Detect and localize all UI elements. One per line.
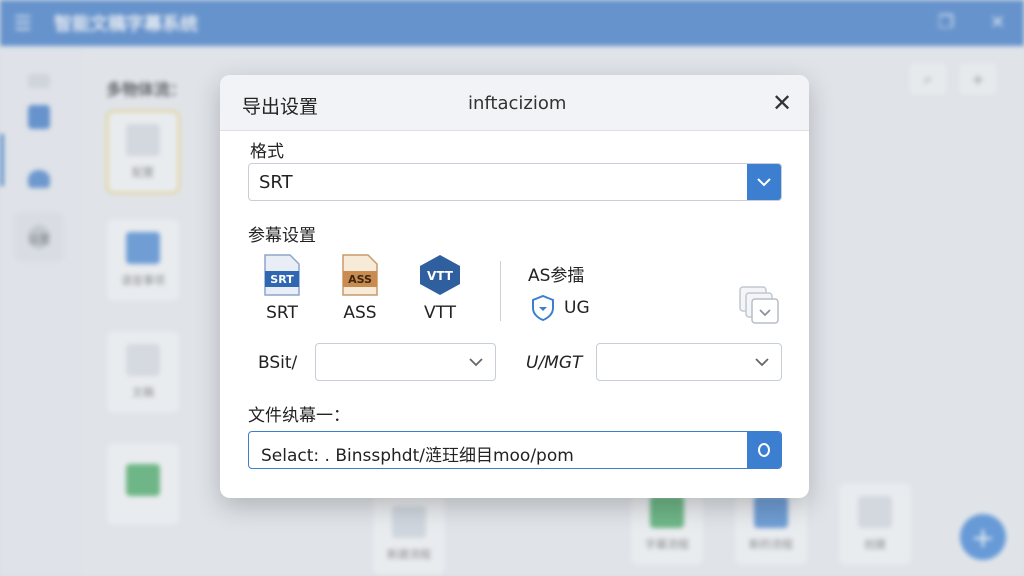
chevron-down-icon [755,358,769,367]
bsit-select[interactable] [315,343,496,381]
dialog-title: 导出设置 [242,96,319,118]
close-icon[interactable]: ✕ [768,89,796,117]
ass-file-icon: ASS [341,253,379,297]
umgt-select[interactable] [596,343,782,381]
umgt-label: U/MGT [526,353,583,373]
vtt-file-icon: VTT [420,253,460,297]
as-params-label: AS参擂 [528,266,585,286]
file-label: 文件纨幕一： [248,406,350,426]
file-path-value: Selact: . Binssphdt/涟玨细目moo/pom [261,446,574,466]
ug-option[interactable]: UG [530,294,590,322]
chevron-down-icon [469,358,483,367]
format-option-vtt[interactable]: VTT VTT [410,253,470,323]
chevron-down-icon [757,177,771,186]
format-selected-value: SRT [259,171,293,193]
format-label: 格式 [250,142,284,162]
format-option-ass[interactable]: ASS ASS [330,253,390,323]
ug-label: UG [564,298,590,318]
browse-icon [758,443,770,457]
svg-text:ASS: ASS [348,273,372,286]
bsit-label: BSit/ [258,353,298,373]
format-select[interactable]: SRT [248,163,782,201]
subtitle-settings-label: 参幕设置 [248,226,316,246]
copy-icon[interactable] [738,285,782,329]
dialog-subtitle: inftaciziom [468,93,567,114]
format-dropdown-button[interactable] [747,164,781,200]
vertical-divider [500,261,501,321]
format-option-srt[interactable]: SRT SRT [252,253,312,323]
export-settings-dialog: 导出设置 inftaciziom ✕ 格式 SRT 参幕设置 SRT SRT A… [220,75,809,498]
srt-file-icon: SRT [263,253,301,297]
file-path-input[interactable]: Selact: . Binssphdt/涟玨细目moo/pom [248,431,782,469]
svg-text:SRT: SRT [270,273,294,286]
shield-icon [532,294,554,322]
browse-button[interactable] [747,432,781,468]
svg-text:VTT: VTT [427,269,454,283]
dialog-header: 导出设置 inftaciziom ✕ [220,75,809,131]
